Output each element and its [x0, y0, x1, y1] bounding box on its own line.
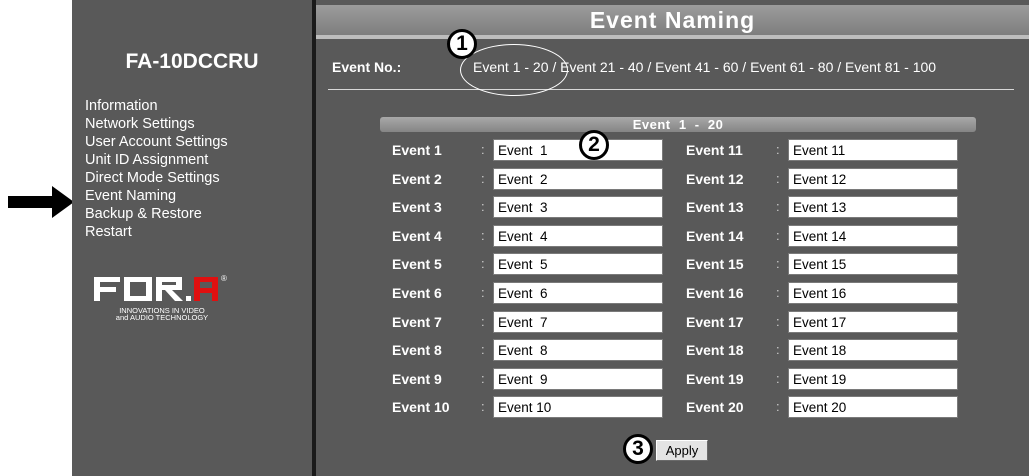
- event-label: Event 10: [392, 399, 450, 415]
- page-separator: /: [643, 59, 656, 75]
- title-bar: Event Naming: [316, 5, 1029, 35]
- horizontal-rule: [328, 89, 1014, 90]
- event-colon: :: [481, 314, 485, 329]
- event-page-link-61-80[interactable]: Event 61 - 80: [750, 59, 833, 75]
- menu-item-information[interactable]: Information: [85, 97, 228, 115]
- highlight-ellipse: [460, 44, 568, 96]
- logo-tagline-2: and AUDIO TECHNOLOGY: [115, 313, 209, 322]
- event-colon: :: [776, 371, 780, 386]
- event-name-field[interactable]: [788, 282, 958, 304]
- menu-item-network-settings[interactable]: Network Settings: [85, 115, 228, 133]
- event-label: Event 6: [392, 285, 442, 301]
- page-separator: /: [833, 59, 846, 75]
- event-label: Event 18: [686, 342, 744, 358]
- event-colon: :: [776, 342, 780, 357]
- event-colon: :: [776, 199, 780, 214]
- event-label: Event 8: [392, 342, 442, 358]
- page-separator: /: [738, 59, 751, 75]
- event-name-field[interactable]: [788, 396, 958, 418]
- page-title: Event Naming: [589, 7, 756, 33]
- callout-1: 1: [447, 29, 477, 59]
- event-colon: :: [481, 371, 485, 386]
- callout-2: 2: [579, 130, 609, 160]
- event-colon: :: [776, 171, 780, 186]
- pointer-arrow-icon: [8, 186, 74, 218]
- event-name-field[interactable]: [493, 339, 663, 361]
- event-name-field[interactable]: [493, 311, 663, 333]
- event-name-field[interactable]: [493, 168, 663, 190]
- event-label: Event 5: [392, 256, 442, 272]
- event-label: Event 4: [392, 228, 442, 244]
- event-name-field[interactable]: [788, 368, 958, 390]
- event-label: Event 14: [686, 228, 744, 244]
- title-underline: [316, 35, 1029, 39]
- apply-button[interactable]: Apply: [656, 440, 708, 461]
- callout-3: 3: [623, 434, 653, 464]
- event-label: Event 3: [392, 199, 442, 215]
- event-name-field[interactable]: [493, 368, 663, 390]
- event-colon: :: [481, 142, 485, 157]
- event-label: Event 2: [392, 171, 442, 187]
- event-name-field[interactable]: [493, 253, 663, 275]
- event-colon: :: [776, 399, 780, 414]
- event-page-link-21-40[interactable]: Event 21 - 40: [560, 59, 643, 75]
- event-colon: :: [776, 256, 780, 271]
- event-name-field[interactable]: [788, 339, 958, 361]
- event-label: Event 15: [686, 256, 744, 272]
- event-colon: :: [776, 285, 780, 300]
- event-name-field[interactable]: [788, 168, 958, 190]
- event-colon: :: [481, 171, 485, 186]
- event-name-field[interactable]: [788, 139, 958, 161]
- event-colon: :: [481, 256, 485, 271]
- event-label: Event 7: [392, 314, 442, 330]
- menu-item-direct-mode-settings[interactable]: Direct Mode Settings: [85, 169, 228, 187]
- menu-item-user-account-settings[interactable]: User Account Settings: [85, 133, 228, 151]
- event-no-label: Event No.:: [332, 59, 402, 75]
- event-label: Event 13: [686, 199, 744, 215]
- menu-item-backup-restore[interactable]: Backup & Restore: [85, 205, 228, 223]
- event-name-field[interactable]: [493, 196, 663, 218]
- event-label: Event 20: [686, 399, 744, 415]
- sidebar: FA-10DCCRU Information Network Settings …: [72, 0, 312, 476]
- event-name-field[interactable]: [493, 225, 663, 247]
- event-name-field[interactable]: [788, 225, 958, 247]
- section-title: Event 1 - 20: [632, 117, 724, 132]
- event-label: Event 17: [686, 314, 744, 330]
- event-label: Event 1: [392, 142, 442, 158]
- event-colon: :: [776, 228, 780, 243]
- menu-item-event-naming[interactable]: Event Naming: [85, 187, 228, 205]
- menu-item-unit-id-assignment[interactable]: Unit ID Assignment: [85, 151, 228, 169]
- event-colon: :: [481, 342, 485, 357]
- model-name: FA-10DCCRU: [125, 50, 259, 73]
- event-label: Event 11: [686, 142, 743, 158]
- event-name-field[interactable]: [788, 253, 958, 275]
- main-panel: Event Naming Event No.: Event 1 - 20 / E…: [316, 0, 1029, 476]
- event-name-field[interactable]: [493, 282, 663, 304]
- menu-item-restart[interactable]: Restart: [85, 223, 228, 241]
- event-name-field[interactable]: [493, 396, 663, 418]
- event-colon: :: [481, 399, 485, 414]
- event-page-link-41-60[interactable]: Event 41 - 60: [655, 59, 738, 75]
- for-a-logo: ® INNOVATIONS IN VIDEO and AUDIO TECHNOL…: [92, 271, 242, 331]
- event-label: Event 19: [686, 371, 744, 387]
- section-header: Event 1 - 20: [380, 117, 976, 132]
- for-a-logo-mark: ®: [94, 274, 227, 301]
- event-page-link-81-100[interactable]: Event 81 - 100: [845, 59, 936, 75]
- sidebar-menu: Information Network Settings User Accoun…: [85, 97, 228, 241]
- event-colon: :: [481, 199, 485, 214]
- event-label: Event 16: [686, 285, 744, 301]
- registered-mark: ®: [221, 274, 227, 283]
- event-name-field[interactable]: [788, 196, 958, 218]
- event-colon: :: [481, 285, 485, 300]
- event-name-field[interactable]: [788, 311, 958, 333]
- event-colon: :: [776, 142, 780, 157]
- event-name-field[interactable]: [493, 139, 663, 161]
- event-colon: :: [776, 314, 780, 329]
- event-label: Event 12: [686, 171, 744, 187]
- event-label: Event 9: [392, 371, 442, 387]
- event-colon: :: [481, 228, 485, 243]
